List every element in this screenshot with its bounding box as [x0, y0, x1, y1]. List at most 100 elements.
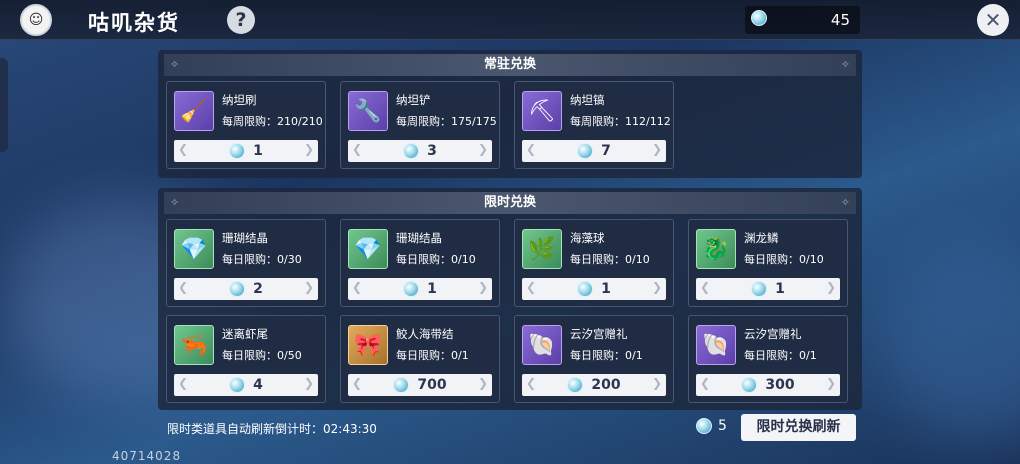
item-price: 7: [601, 143, 611, 159]
purchase-limit: 每日限购：0/1: [570, 349, 643, 362]
item-price: 2: [253, 281, 263, 297]
coral-crystal-icon: 💎: [348, 229, 388, 269]
chevron-right-icon: ❯: [477, 280, 488, 294]
item-price: 1: [775, 281, 785, 297]
refresh-cost-value: 5: [718, 418, 727, 434]
chevron-right-icon: ❯: [651, 142, 662, 156]
chevron-left-icon: ❮: [526, 280, 537, 294]
limited-refresh-button[interactable]: 限时兑换刷新: [741, 414, 856, 441]
shop-item-card[interactable]: 🐚 云汐宫赠礼 每日限购：0/1 ❮ 200 ❯: [514, 315, 674, 403]
purchase-limit: 每日限购：0/1: [396, 349, 469, 362]
buy-button[interactable]: ❮ 1 ❯: [348, 278, 492, 300]
chevron-right-icon: ❯: [303, 280, 314, 294]
buy-button[interactable]: ❮ 4 ❯: [174, 374, 318, 396]
purchase-limit: 每日限购：0/10: [744, 253, 824, 266]
gem-currency-icon: [403, 281, 420, 297]
chevron-left-icon: ❮: [178, 376, 189, 390]
gem-currency-icon: [229, 143, 246, 159]
limited-exchange-panel: 限时兑换 💎珊瑚结晶每日限购：0/30❮2❯💎珊瑚结晶每日限购：0/10❮1❯🌿…: [158, 188, 862, 410]
buy-button[interactable]: ❮ 1 ❯: [174, 140, 318, 162]
gem-currency-icon: [751, 10, 767, 26]
kelp-knot-icon: 🎀: [348, 325, 388, 365]
help-button[interactable]: ?: [227, 6, 255, 34]
gem-currency-icon: [751, 281, 768, 297]
item-name: 海藻球: [570, 231, 605, 245]
gem-currency-icon: [577, 281, 594, 297]
chevron-left-icon: ❮: [352, 142, 363, 156]
chevron-right-icon: ❯: [825, 376, 836, 390]
purchase-limit: 每日限购：0/10: [396, 253, 476, 266]
item-price: 700: [417, 377, 447, 393]
side-drawer-tab[interactable]: [0, 58, 8, 152]
permanent-exchange-title: 常驻兑换: [164, 54, 856, 76]
seaweed-ball-icon: 🌿: [522, 229, 562, 269]
purchase-limit: 每周限购：112/112: [570, 115, 671, 128]
shop-item-card[interactable]: 🔧 纳坦铲 每周限购：175/175 ❮ 3 ❯: [340, 81, 500, 169]
gem-currency-icon: [741, 377, 758, 393]
purchase-limit: 每日限购：0/50: [222, 349, 302, 362]
purchase-limit: 每日限购：0/10: [570, 253, 650, 266]
item-name: 迷离虾尾: [222, 327, 268, 341]
buy-button[interactable]: ❮ 700 ❯: [348, 374, 492, 396]
close-button[interactable]: ✕: [977, 4, 1009, 36]
buy-button[interactable]: ❮ 300 ❯: [696, 374, 840, 396]
gem-currency-icon: [577, 143, 594, 159]
shop-item-card[interactable]: 🦐 迷离虾尾 每日限购：0/50 ❮ 4 ❯: [166, 315, 326, 403]
currency-display: 45: [745, 6, 860, 34]
permanent-exchange-panel: 常驻兑换 🧹 纳坦刷每周限购：210/210 ❮ 1 ❯ 🔧 纳坦铲每周限购：175/175…: [158, 50, 862, 178]
item-name: 珊瑚结晶: [396, 231, 442, 245]
brush-icon: 🧹: [174, 91, 214, 131]
shop-item-card[interactable]: 🎀 鲛人海带结每日限购：0/1 ❮ 700 ❯: [340, 315, 500, 403]
chevron-right-icon: ❯: [303, 376, 314, 390]
chevron-right-icon: ❯: [651, 280, 662, 294]
item-name: 渊龙鳞: [744, 231, 779, 245]
gem-currency-icon: [567, 377, 584, 393]
purchase-limit: 每日限购：0/1: [744, 349, 817, 362]
item-name: 云汐宫赠礼: [570, 327, 628, 341]
chevron-left-icon: ❮: [526, 142, 537, 156]
item-name: 鲛人海带结: [396, 327, 454, 341]
shop-item-card[interactable]: 🐚 云汐宫赠礼 每日限购：0/1 ❮ 300 ❯: [688, 315, 848, 403]
coral-crystal-icon: 💎: [174, 229, 214, 269]
chevron-left-icon: ❮: [352, 376, 363, 390]
buy-button[interactable]: ❮ 7 ❯: [522, 140, 666, 162]
purchase-limit: 每周限购：210/210: [222, 115, 323, 128]
chevron-right-icon: ❯: [477, 142, 488, 156]
item-name: 纳坦刷: [222, 93, 257, 107]
gem-currency-icon: [393, 377, 410, 393]
buy-button[interactable]: ❮ 3 ❯: [348, 140, 492, 162]
chevron-right-icon: ❯: [825, 280, 836, 294]
chevron-left-icon: ❮: [178, 142, 189, 156]
buy-button[interactable]: ❮ 2 ❯: [174, 278, 318, 300]
chevron-right-icon: ❯: [651, 376, 662, 390]
chevron-left-icon: ❮: [352, 280, 363, 294]
pickaxe-icon: ⛏: [522, 91, 562, 131]
chevron-right-icon: ❯: [477, 376, 488, 390]
chevron-left-icon: ❮: [700, 280, 711, 294]
buy-button[interactable]: ❮ 1 ❯: [522, 278, 666, 300]
shop-item-card[interactable]: 🌿 海藻球每日限购：0/10 ❮ 1 ❯: [514, 219, 674, 307]
item-price: 1: [601, 281, 611, 297]
buy-button[interactable]: ❮ 200 ❯: [522, 374, 666, 396]
item-price: 4: [253, 377, 263, 393]
item-price: 300: [765, 377, 795, 393]
player-avatar[interactable]: ☺: [20, 4, 52, 36]
gem-currency-icon: [229, 377, 246, 393]
gem-currency-icon: [229, 281, 246, 297]
shop-item-card[interactable]: 💎 珊瑚结晶 每日限购：0/30 ❮ 2 ❯: [166, 219, 326, 307]
shop-item-card[interactable]: 💎 珊瑚结晶每日限购：0/10 ❮ 1 ❯: [340, 219, 500, 307]
item-name: 纳坦镐: [570, 93, 605, 107]
shop-item-card[interactable]: ⛏ 纳坦镐每周限购：112/112 ❮ 7 ❯: [514, 81, 674, 169]
shop-title: 咕叽杂货: [88, 11, 180, 35]
item-name: 纳坦铲: [396, 93, 431, 107]
conch-gift-icon: 🐚: [696, 325, 736, 365]
purchase-limit: 每日限购：0/30: [222, 253, 302, 266]
buy-button[interactable]: ❮ 1 ❯: [696, 278, 840, 300]
gem-currency-icon: [696, 418, 712, 434]
item-price: 1: [427, 281, 437, 297]
currency-amount: 45: [830, 11, 850, 29]
chevron-right-icon: ❯: [303, 142, 314, 156]
shop-item-card[interactable]: 🐉 渊龙鳞 每日限购：0/10 ❮ 1 ❯: [688, 219, 848, 307]
item-price: 200: [591, 377, 621, 393]
shop-item-card[interactable]: 🧹 纳坦刷每周限购：210/210 ❮ 1 ❯: [166, 81, 326, 169]
